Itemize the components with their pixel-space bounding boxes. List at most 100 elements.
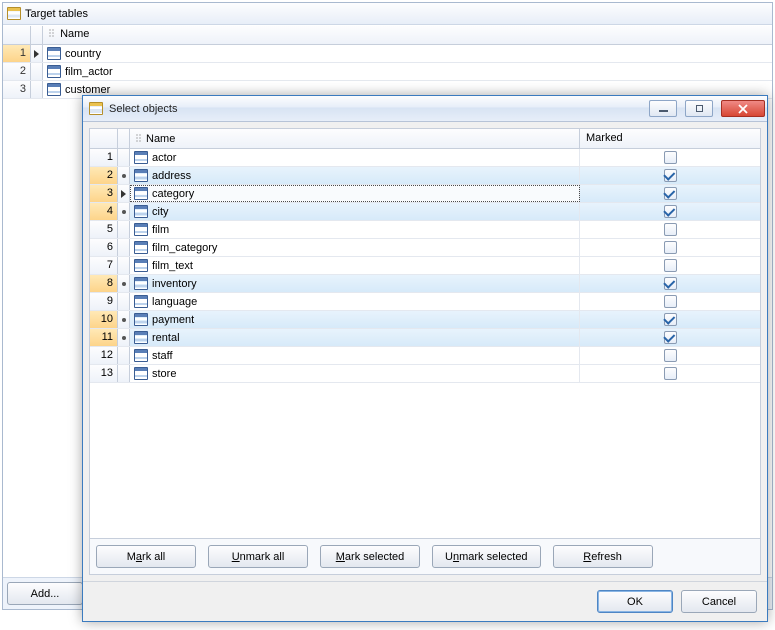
row-name-cell: country: [43, 45, 772, 62]
row-marked-cell: [580, 185, 760, 202]
row-name-cell: rental: [130, 329, 580, 346]
table-icon: [134, 205, 148, 218]
table-icon: [134, 169, 148, 182]
table-icon: [134, 151, 148, 164]
row-indicator: [118, 293, 130, 310]
row-name-cell: inventory: [130, 275, 580, 292]
row-name: store: [152, 368, 176, 380]
row-marked-cell: [580, 257, 760, 274]
marked-checkbox[interactable]: [664, 331, 677, 344]
row-marked-cell: [580, 149, 760, 166]
table-row[interactable]: 1 country: [3, 45, 772, 63]
object-row[interactable]: 9 language: [90, 293, 760, 311]
object-row[interactable]: 6film_category: [90, 239, 760, 257]
marked-checkbox[interactable]: [664, 241, 677, 254]
row-number: 8: [90, 275, 118, 292]
row-marked-cell: [580, 293, 760, 310]
row-number: 4: [90, 203, 118, 220]
row-indicator: [118, 347, 130, 364]
marked-checkbox[interactable]: [664, 223, 677, 236]
row-name-cell: staff: [130, 347, 580, 364]
row-marked-cell: [580, 365, 760, 382]
marked-checkbox[interactable]: [664, 187, 677, 200]
mark-all-button[interactable]: Mark all: [96, 545, 196, 568]
table-icon: [47, 65, 61, 78]
object-row[interactable]: 1actor: [90, 149, 760, 167]
marked-checkbox[interactable]: [664, 349, 677, 362]
row-name: film_category: [152, 242, 217, 254]
table-icon: [47, 47, 61, 60]
table-list-icon: [7, 7, 21, 20]
marked-checkbox[interactable]: [664, 169, 677, 182]
row-number: 7: [90, 257, 118, 274]
row-number: 2: [90, 167, 118, 184]
object-row[interactable]: 5film: [90, 221, 760, 239]
marked-checkbox[interactable]: [664, 151, 677, 164]
row-name: language: [152, 296, 197, 308]
target-tables-columns: Name: [3, 26, 772, 45]
unmark-selected-button[interactable]: Unmark selected: [432, 545, 541, 568]
object-row[interactable]: 7film_text: [90, 257, 760, 275]
object-row[interactable]: 11rental: [90, 329, 760, 347]
object-row[interactable]: 13store: [90, 365, 760, 383]
row-name-cell: actor: [130, 149, 580, 166]
marked-checkbox[interactable]: [664, 277, 677, 290]
dialog-titlebar[interactable]: Select objects: [83, 96, 767, 122]
close-button[interactable]: [721, 100, 765, 117]
table-icon: [134, 223, 148, 236]
table-icon: [134, 313, 148, 326]
dialog-footer: OK Cancel: [83, 581, 767, 621]
table-icon: [134, 241, 148, 254]
row-name: inventory: [152, 278, 197, 290]
row-number: 3: [90, 185, 118, 202]
minimize-button[interactable]: [649, 100, 677, 117]
row-indicator: [118, 167, 130, 184]
row-name: category: [152, 188, 194, 200]
object-row[interactable]: 3 category: [90, 185, 760, 203]
row-number: 1: [3, 45, 31, 62]
row-indicator: [118, 203, 130, 220]
refresh-button[interactable]: Refresh: [553, 545, 653, 568]
column-name[interactable]: Name: [43, 26, 772, 44]
maximize-button[interactable]: [685, 100, 713, 117]
object-row[interactable]: 10payment: [90, 311, 760, 329]
table-icon: [134, 187, 148, 200]
row-name-cell: language: [130, 293, 580, 310]
object-row[interactable]: 8 inventory: [90, 275, 760, 293]
marked-checkbox[interactable]: [664, 313, 677, 326]
row-indicator: [118, 221, 130, 238]
column-marked[interactable]: Marked: [580, 129, 760, 148]
marked-checkbox[interactable]: [664, 295, 677, 308]
object-row[interactable]: 4city: [90, 203, 760, 221]
unmark-all-button[interactable]: Unmark all: [208, 545, 308, 568]
row-marked-cell: [580, 311, 760, 328]
marked-checkbox[interactable]: [664, 205, 677, 218]
dialog-icon: [89, 102, 103, 115]
row-name-cell: film_category: [130, 239, 580, 256]
row-indicator: [118, 257, 130, 274]
row-number: 9: [90, 293, 118, 310]
row-indicator: [118, 185, 130, 202]
panel-title: Target tables: [25, 3, 88, 25]
object-row[interactable]: 12staff: [90, 347, 760, 365]
row-name-cell: film: [130, 221, 580, 238]
row-name: payment: [152, 314, 194, 326]
table-icon: [134, 295, 148, 308]
mark-selected-button[interactable]: Mark selected: [320, 545, 420, 568]
row-marked-cell: [580, 221, 760, 238]
row-number: 2: [3, 63, 31, 80]
column-name[interactable]: Name: [130, 129, 580, 148]
ok-button[interactable]: OK: [597, 590, 673, 613]
object-row[interactable]: 2address: [90, 167, 760, 185]
row-indicator: [118, 275, 130, 292]
add-button[interactable]: Add...: [7, 582, 83, 605]
marked-checkbox[interactable]: [664, 367, 677, 380]
row-name: staff: [152, 350, 173, 362]
select-objects-dialog: Select objects Name Marked 1actor2addres…: [82, 95, 768, 622]
row-name: rental: [152, 332, 180, 344]
marked-checkbox[interactable]: [664, 259, 677, 272]
row-name-cell: payment: [130, 311, 580, 328]
table-row[interactable]: 2 film_actor: [3, 63, 772, 81]
cancel-button[interactable]: Cancel: [681, 590, 757, 613]
row-name-cell: film_actor: [43, 63, 772, 80]
